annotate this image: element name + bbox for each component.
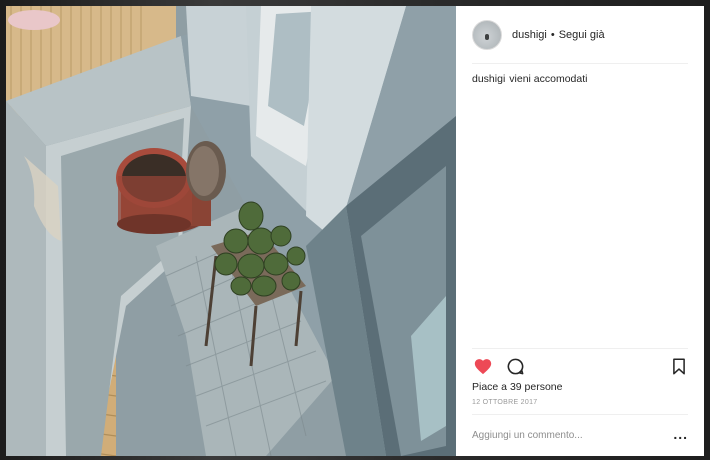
post-header: dushigi • Segui già <box>472 6 688 64</box>
separator-dot: • <box>550 28 555 41</box>
balcony-photo-illustration <box>6 6 456 456</box>
post-caption: dushigi vieni accomodati <box>472 73 688 85</box>
bookmark-icon[interactable] <box>670 356 688 376</box>
more-options-icon[interactable]: ... <box>673 427 688 443</box>
comment-icon[interactable] <box>504 355 526 377</box>
action-bar-section <box>472 348 688 383</box>
action-bar <box>472 349 688 383</box>
caption-text: vieni accomodati <box>509 73 588 85</box>
avatar[interactable] <box>472 19 502 50</box>
post-modal: dushigi • Segui già dushigi vieni accomo… <box>6 6 704 456</box>
post-date: 12 OTTOBRE 2017 <box>472 399 538 406</box>
username-link[interactable]: dushigi <box>512 29 547 41</box>
header-user-info: dushigi • Segui già <box>512 29 605 41</box>
likes-count[interactable]: Piace a 39 persone <box>472 381 562 393</box>
follow-status-button[interactable]: Segui già <box>559 29 605 41</box>
caption-username[interactable]: dushigi <box>472 73 505 85</box>
comment-input[interactable] <box>472 430 674 441</box>
comment-bar: ... <box>472 414 688 456</box>
post-photo[interactable] <box>6 6 456 456</box>
post-sidebar: dushigi • Segui già dushigi vieni accomo… <box>456 6 704 456</box>
heart-icon[interactable] <box>472 355 494 377</box>
